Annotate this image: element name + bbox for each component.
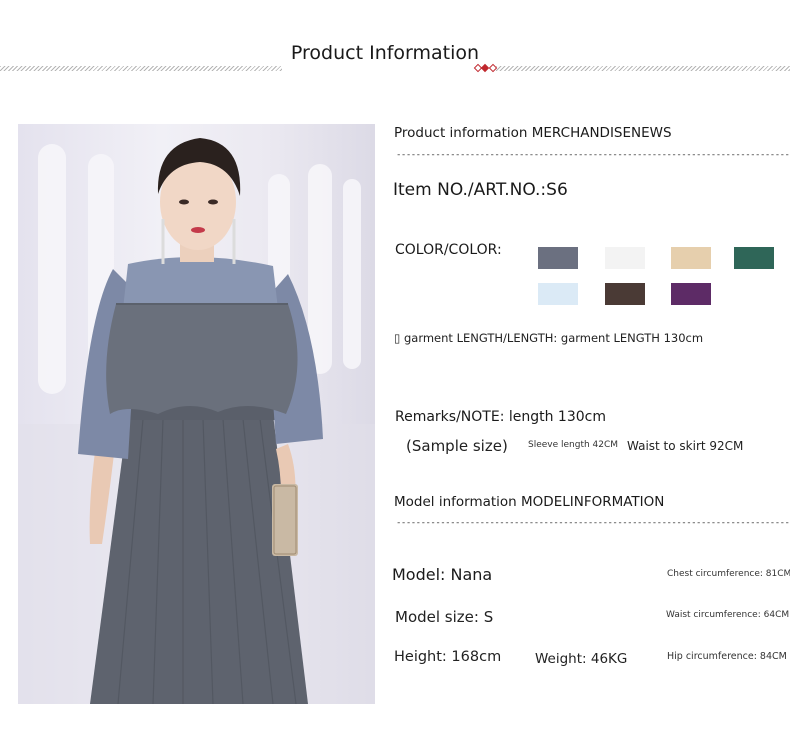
color-swatch[interactable]: [671, 283, 711, 305]
sample-size-label: (Sample size): [406, 437, 508, 455]
color-swatch[interactable]: [734, 247, 774, 269]
hip-circumference: Hip circumference: 84CM: [667, 651, 787, 662]
product-divider: ----------------------------------------…: [396, 150, 790, 160]
model-size: Model size: S: [395, 608, 494, 626]
model-divider: ----------------------------------------…: [396, 518, 790, 528]
model-section-header: Model information MODELINFORMATION: [394, 494, 665, 510]
item-number: Item NO./ART.NO.:S6: [393, 180, 568, 200]
garment-length: ▯ garment LENGTH/LENGTH: garment LENGTH …: [394, 331, 704, 345]
model-name: Model: Nana: [392, 565, 493, 584]
product-section-header: Product information MERCHANDISENEWS: [394, 125, 672, 141]
color-label: COLOR/COLOR:: [395, 242, 502, 258]
model-height: Height: 168cm: [394, 649, 502, 665]
waist-circumference: Waist circumference: 64CM: [666, 610, 790, 620]
color-swatch[interactable]: [538, 283, 578, 305]
model-weight: Weight: 46KG: [535, 651, 628, 667]
color-swatch[interactable]: [605, 247, 645, 269]
color-swatch[interactable]: [671, 247, 711, 269]
remarks: Remarks/NOTE: length 130cm: [395, 409, 606, 425]
page-title: Product Information: [290, 42, 480, 64]
chest-circumference: Chest circumference: 81CM: [667, 569, 790, 579]
color-swatch[interactable]: [605, 283, 645, 305]
color-swatch[interactable]: [538, 247, 578, 269]
sleeve-length: Sleeve length 42CM: [528, 440, 619, 450]
title-rule-right: [496, 66, 790, 71]
model-photo: [18, 124, 375, 704]
title-rule-left: [0, 66, 282, 71]
waist-to-skirt: Waist to skirt 92CM: [627, 439, 744, 453]
